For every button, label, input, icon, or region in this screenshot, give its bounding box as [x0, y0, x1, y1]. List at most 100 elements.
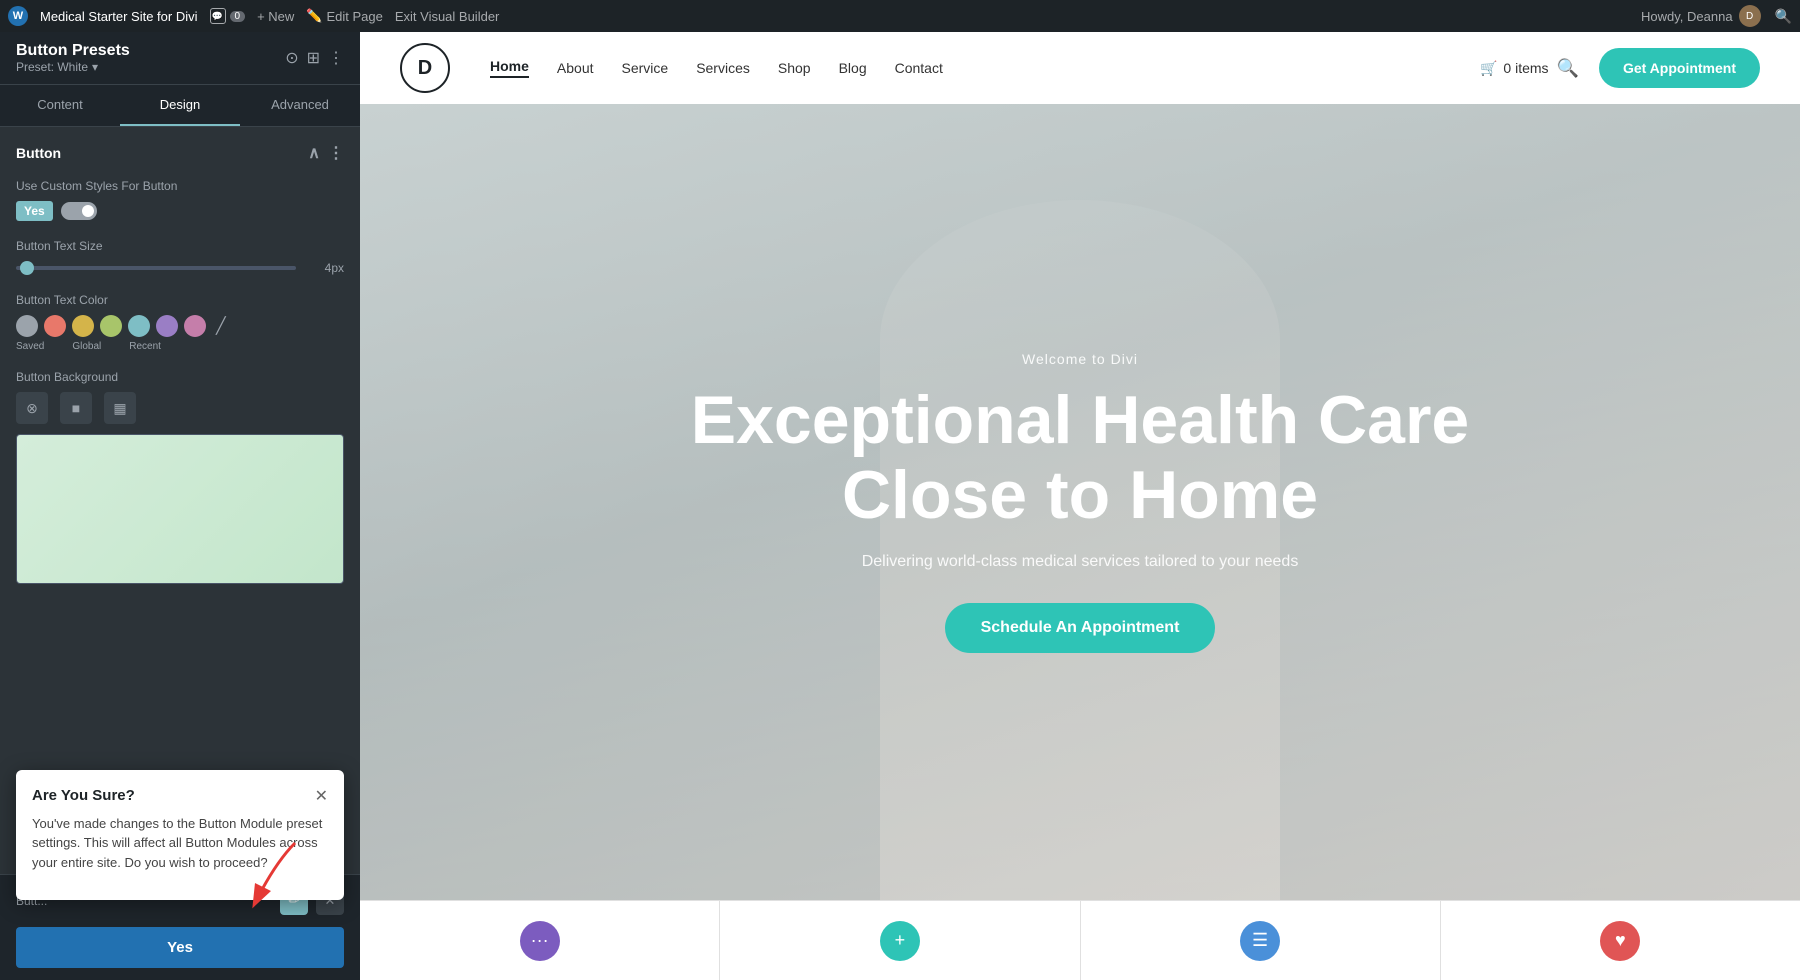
admin-bar: W Medical Starter Site for Divi 💬 0 + Ne…: [0, 0, 1800, 32]
slider-thumb[interactable]: [20, 261, 34, 275]
layout-icon[interactable]: ⊞: [307, 48, 320, 68]
text-size-slider[interactable]: [16, 266, 296, 270]
nav-link-service[interactable]: Service: [622, 60, 669, 76]
user-menu[interactable]: Howdy, Deanna D 🔍: [1641, 5, 1792, 27]
exit-builder-label: Exit Visual Builder: [395, 9, 500, 24]
color-picker-icon[interactable]: ╱: [216, 316, 226, 336]
button-text-size-label: Button Text Size: [16, 239, 344, 253]
hero-subtitle: Welcome to Divi: [1022, 351, 1138, 367]
bg-no-bg-icon[interactable]: ⊗: [16, 392, 48, 424]
hero-description: Delivering world-class medical services …: [862, 553, 1299, 571]
toggle-switch[interactable]: [61, 202, 97, 220]
bottom-strip: ··· + ☰ ♥: [360, 900, 1800, 980]
color-labels: Saved Global Recent: [16, 341, 344, 352]
responsive-icon[interactable]: ⊙: [285, 48, 298, 68]
sidebar-title: Button Presets: [16, 42, 130, 60]
admin-search-icon[interactable]: 🔍: [1775, 8, 1792, 25]
card-icon-plus: +: [880, 921, 920, 961]
wp-logo-icon[interactable]: W: [8, 6, 28, 26]
main-layout: Button Presets Preset: White ▾ ⊙ ⊞ ⋮ Con…: [0, 32, 1800, 980]
confirm-title: Are You Sure?: [32, 787, 135, 804]
button-text-color-label: Button Text Color: [16, 293, 344, 307]
edit-page-label: Edit Page: [326, 9, 382, 24]
color-label-saved: Saved: [16, 341, 44, 352]
website-nav: D Home About Service Services Shop Blog …: [360, 32, 1800, 104]
bg-gradient-icon[interactable]: ▦: [104, 392, 136, 424]
color-swatch-green[interactable]: [100, 315, 122, 337]
nav-link-services[interactable]: Services: [696, 60, 750, 76]
hero-title: Exceptional Health Care Close to Home: [680, 383, 1480, 533]
nav-link-contact[interactable]: Contact: [895, 60, 943, 76]
nav-links: Home About Service Services Shop Blog Co…: [490, 58, 1480, 78]
color-swatch-gray[interactable]: [16, 315, 38, 337]
sidebar-content: Button ∧ ⋮ Use Custom Styles For Button …: [0, 127, 360, 874]
content-area: D Home About Service Services Shop Blog …: [360, 32, 1800, 980]
comments-count: 0: [230, 11, 246, 22]
button-background-field: Button Background ⊗ ■ ▦: [16, 370, 344, 584]
background-type-icons: ⊗ ■ ▦: [16, 392, 344, 424]
card-icon-more: ···: [520, 921, 560, 961]
bottom-card-2: +: [720, 901, 1080, 980]
color-label-global: Global: [72, 341, 101, 352]
color-swatch-yellow[interactable]: [72, 315, 94, 337]
collapse-section-icon[interactable]: ∧: [308, 143, 320, 163]
bottom-card-3: ☰: [1081, 901, 1441, 980]
toggle-yes-label[interactable]: Yes: [16, 201, 53, 221]
button-text-color-field: Button Text Color ╱ Saved Global Recent: [16, 293, 344, 352]
confirm-yes-button[interactable]: Yes: [16, 927, 344, 968]
nav-link-home[interactable]: Home: [490, 58, 529, 78]
card-icon-list: ☰: [1240, 921, 1280, 961]
custom-styles-toggle: Yes: [16, 201, 344, 221]
hero-content: Welcome to Divi Exceptional Health Care …: [680, 351, 1480, 653]
sidebar-header: Button Presets Preset: White ▾ ⊙ ⊞ ⋮: [0, 32, 360, 85]
color-swatch-pink[interactable]: [44, 315, 66, 337]
tab-design[interactable]: Design: [120, 85, 240, 126]
edit-page-button[interactable]: ✏️ Edit Page: [306, 8, 383, 24]
bg-solid-icon[interactable]: ■: [60, 392, 92, 424]
nav-search-icon[interactable]: 🔍: [1557, 58, 1579, 79]
edit-pencil-icon: ✏️: [306, 8, 322, 24]
nav-link-about[interactable]: About: [557, 60, 594, 76]
new-button[interactable]: + New: [257, 9, 294, 24]
custom-styles-field: Use Custom Styles For Button Yes: [16, 179, 344, 221]
more-options-icon[interactable]: ⋮: [328, 48, 344, 68]
button-text-size-field: Button Text Size 4px: [16, 239, 344, 275]
color-swatches: ╱: [16, 315, 344, 337]
site-logo: D: [400, 43, 450, 93]
nav-link-shop[interactable]: Shop: [778, 60, 811, 76]
confirm-dialog-header: Are You Sure? ✕: [32, 786, 328, 806]
user-avatar: D: [1739, 5, 1761, 27]
tab-content[interactable]: Content: [0, 85, 120, 126]
sidebar-tabs: Content Design Advanced: [0, 85, 360, 127]
color-swatch-teal[interactable]: [128, 315, 150, 337]
howdy-label: Howdy, Deanna: [1641, 9, 1733, 24]
hero-section: Welcome to Divi Exceptional Health Care …: [360, 104, 1800, 900]
confirm-close-button[interactable]: ✕: [315, 786, 328, 806]
get-appointment-button[interactable]: Get Appointment: [1599, 48, 1760, 88]
color-swatch-purple[interactable]: [156, 315, 178, 337]
cart-count: 0 items: [1503, 60, 1548, 76]
site-name: Medical Starter Site for Divi: [40, 9, 198, 24]
custom-styles-label: Use Custom Styles For Button: [16, 179, 344, 193]
bottom-card-1: ···: [360, 901, 720, 980]
comments-button[interactable]: 💬 0: [210, 8, 246, 24]
background-preview: [16, 434, 344, 584]
button-background-label: Button Background: [16, 370, 344, 384]
tab-advanced[interactable]: Advanced: [240, 85, 360, 126]
sidebar-preset[interactable]: Preset: White ▾: [16, 60, 130, 74]
slider-value: 4px: [304, 261, 344, 275]
color-label-recent: Recent: [129, 341, 161, 352]
sidebar-panel: Button Presets Preset: White ▾ ⊙ ⊞ ⋮ Con…: [0, 32, 360, 980]
nav-link-blog[interactable]: Blog: [839, 60, 867, 76]
schedule-appointment-button[interactable]: Schedule An Appointment: [945, 603, 1216, 653]
nav-cart[interactable]: 🛒 0 items: [1480, 60, 1549, 77]
sidebar-title-group: Button Presets Preset: White ▾: [16, 42, 130, 74]
comment-bubble-icon: 💬: [210, 8, 226, 24]
new-label: + New: [257, 9, 294, 24]
confirm-dialog: Are You Sure? ✕ You've made changes to t…: [16, 770, 344, 901]
color-swatch-pink2[interactable]: [184, 315, 206, 337]
section-more-icon[interactable]: ⋮: [328, 143, 344, 163]
section-header: Button ∧ ⋮: [16, 143, 344, 163]
bottom-card-4: ♥: [1441, 901, 1800, 980]
exit-builder-button[interactable]: Exit Visual Builder: [395, 9, 500, 24]
